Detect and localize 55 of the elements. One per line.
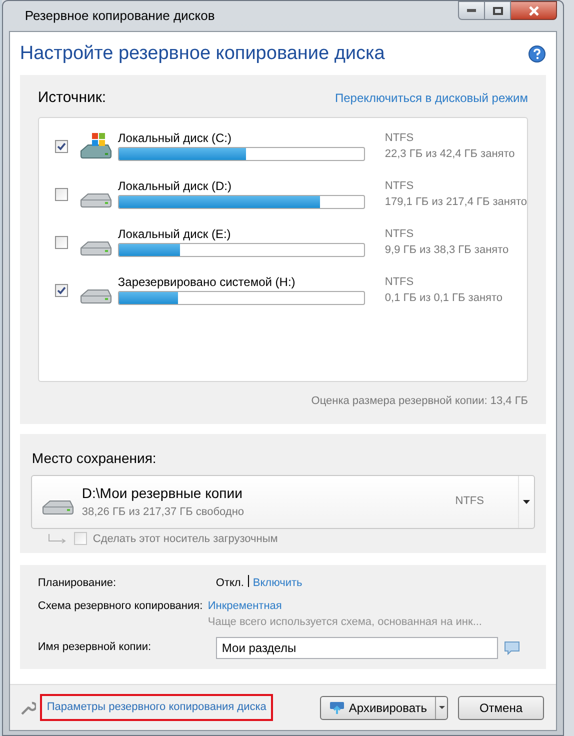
file-system: NTFS: [384, 179, 415, 194]
branch-arrow-icon: [48, 534, 68, 544]
disk-name: Локальный диск (D:): [118, 179, 232, 193]
maximize-button[interactable]: [485, 1, 511, 20]
archive-menu-button[interactable]: [435, 696, 447, 718]
drive-icon: [42, 500, 74, 515]
schedule-label: Планирование:: [38, 576, 118, 591]
destination-path: D:\Мои резервные копии: [82, 484, 244, 503]
drive-icon: [80, 288, 112, 304]
caret-icon: [438, 706, 444, 709]
checkbox[interactable]: [54, 284, 68, 296]
free-space: 38,26 ГБ из 217,37 ГБ свободно: [82, 504, 246, 520]
schedule-status: Откл.: [216, 576, 244, 591]
source-label: Источник:: [38, 88, 106, 108]
bootable-label: Сделать этот носитель загрузочным: [92, 532, 278, 546]
disk-name: Зарезервировано системой (H:): [118, 275, 296, 289]
destination-file-system: NTFS: [455, 494, 484, 510]
destination-dropdown[interactable]: D:\Мои резервные копии 38,26 ГБ из 217,37 ГБ свободно NTFS: [30, 474, 535, 528]
file-system: NTFS: [384, 275, 415, 290]
comment-icon[interactable]: [504, 640, 520, 654]
archive-split-button[interactable]: Архивировать: [320, 696, 448, 720]
checkbox[interactable]: [54, 140, 68, 152]
scheme-hint: Чаще всего используется схема, основанная на инк...: [208, 615, 483, 630]
scheme-link[interactable]: Инкрементная: [208, 598, 282, 614]
disk-usage: 179,1 ГБ из 217,4 ГБ занято: [384, 195, 527, 210]
close-button[interactable]: [511, 1, 557, 20]
checkbox[interactable]: [54, 236, 68, 248]
cancel-button[interactable]: Отмена: [458, 696, 544, 720]
file-system: NTFS: [384, 227, 415, 242]
close-icon: [528, 6, 540, 16]
wrench-icon: [20, 700, 36, 716]
destination-label: Место сохранения:: [32, 448, 158, 468]
disk-name: Локальный диск (C:): [118, 131, 232, 145]
dropdown-arrow-icon: [523, 500, 530, 504]
backup-name-label: Имя резервной копии:: [38, 640, 152, 656]
system-drive-icon: [78, 131, 114, 161]
disk-usage: 9,9 ГБ из 38,3 ГБ занято: [384, 243, 509, 258]
archive-icon: [328, 700, 345, 714]
backup-size-estimate: Оценка размера резервной копии: 13,4 ГБ: [311, 394, 528, 409]
dialog-heading: Настройте резервное копирование диска: [20, 42, 385, 66]
disk-usage: 22,3 ГБ из 42,4 ГБ занято: [384, 147, 515, 162]
disk-usage: 0,1 ГБ из 0,1 ГБ занято: [384, 291, 503, 306]
file-system: NTFS: [384, 131, 415, 146]
archive-button[interactable]: Архивировать: [320, 696, 435, 718]
help-icon[interactable]: [528, 45, 546, 64]
drive-icon: [80, 192, 112, 208]
enable-link[interactable]: Включить: [252, 575, 302, 592]
minimize-button[interactable]: [458, 1, 485, 20]
backup-options-link[interactable]: Параметры резервного копирования диска: [40, 694, 274, 721]
disk-name: Локальный диск (E:): [118, 227, 232, 241]
checkbox[interactable]: [54, 188, 68, 200]
backup-name-field[interactable]: Мои разделы: [216, 636, 498, 658]
disk-mode-link[interactable]: Переключиться в дисковый режим: [334, 88, 528, 107]
drive-icon: [80, 240, 112, 256]
window-title: Резервное копирование дисков: [24, 7, 215, 26]
